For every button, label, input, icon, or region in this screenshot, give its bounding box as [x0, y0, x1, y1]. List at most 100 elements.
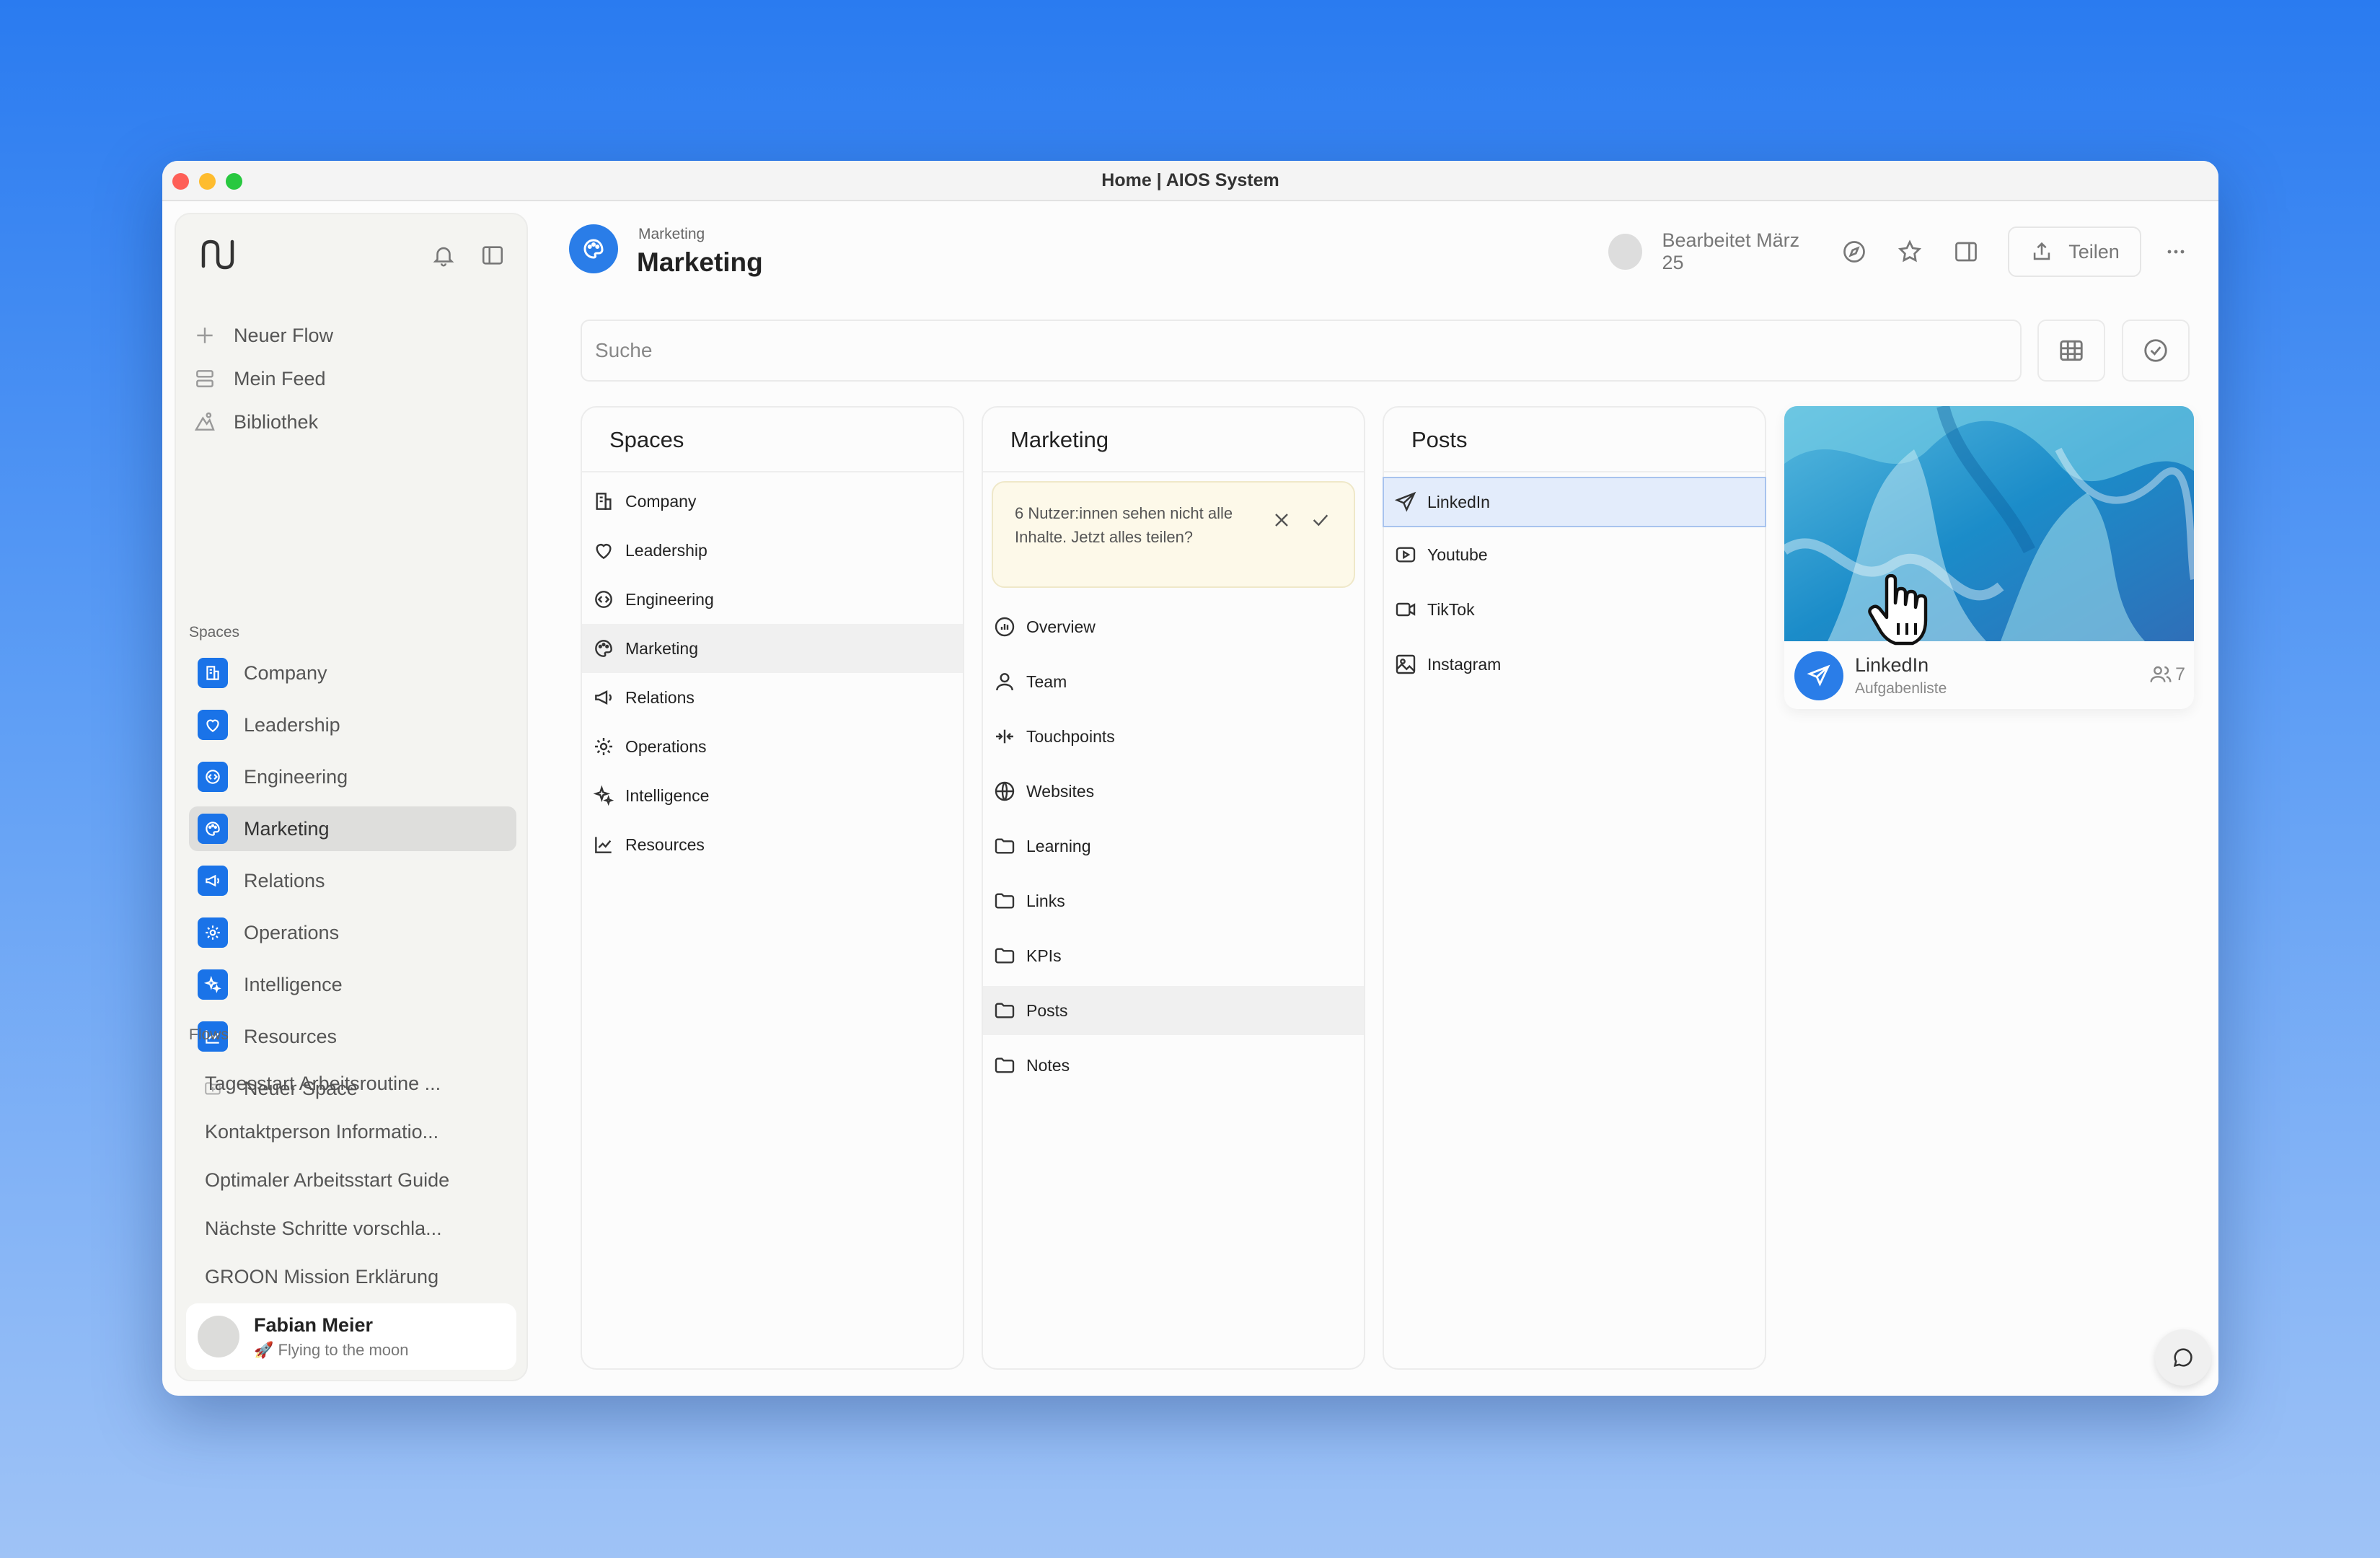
column-item-company[interactable]: Company [582, 477, 963, 526]
bell-icon[interactable] [431, 243, 456, 268]
column-item-resources[interactable]: Resources [582, 820, 963, 869]
column-item-youtube[interactable]: Youtube [1384, 527, 1765, 582]
column-item-intelligence[interactable]: Intelligence [582, 771, 963, 820]
share-button[interactable]: Teilen [2008, 226, 2141, 277]
column-title: Posts [1384, 408, 1765, 472]
column-item-linkedin[interactable]: LinkedIn [1383, 477, 1766, 527]
column-item-websites[interactable]: Websites [983, 764, 1364, 819]
column-item-relations[interactable]: Relations [582, 673, 963, 722]
column-item-overview[interactable]: Overview [983, 599, 1364, 654]
new-flow-button[interactable]: Neuer Flow [193, 314, 333, 357]
sidebar-toggle-icon[interactable] [480, 243, 505, 268]
column-item-label: Engineering [625, 589, 714, 609]
spaces-heading: Spaces [189, 624, 240, 641]
explore-button[interactable] [1841, 237, 1868, 266]
sidebar-item-label: Operations [244, 921, 340, 943]
user-name: Fabian Meier [254, 1313, 374, 1336]
column-item-links[interactable]: Links [983, 873, 1364, 928]
sidebar-item-marketing[interactable]: Marketing [189, 806, 516, 851]
megaphone-icon [206, 874, 219, 887]
search-input[interactable]: Suche [581, 320, 2022, 382]
column-item-kpis[interactable]: KPIs [983, 928, 1364, 983]
tasks-view-button[interactable] [2122, 320, 2190, 382]
column-item-label: Leadership [625, 540, 708, 560]
column-item-instagram[interactable]: Instagram [1384, 637, 1765, 692]
sidebar-item-company[interactable]: Company [189, 651, 516, 695]
sidebar-item-label: Company [244, 661, 327, 684]
column-title: Marketing [983, 408, 1364, 472]
sidebar-item-relations[interactable]: Relations [189, 858, 516, 903]
chart-icon [595, 837, 612, 853]
column-item-team[interactable]: Team [983, 654, 1364, 709]
column-item-label: Resources [625, 835, 705, 854]
share-notice: 6 Nutzer:innen sehen nicht alle Inhalte.… [992, 481, 1355, 588]
column-item-marketing[interactable]: Marketing [582, 624, 963, 673]
linkedin-card[interactable]: LinkedIn Aufgabenliste 7 [1784, 406, 2194, 709]
column-item-label: Team [1026, 672, 1067, 691]
column-item-touchpoints[interactable]: Touchpoints [983, 709, 1364, 764]
palette-icon [206, 822, 220, 836]
spaces-column: Spaces Company Leadership Engineering Ma… [581, 406, 964, 1370]
sidebar-item-engineering[interactable]: Engineering [189, 754, 516, 799]
folder-icon [995, 893, 1015, 909]
gear-icon [206, 925, 220, 940]
flow-item[interactable]: Tagesstart Arbeitsroutine ... [205, 1073, 508, 1121]
sidebar-nav: Neuer Flow Mein Feed Bibliothek [193, 314, 333, 444]
confirm-check-icon[interactable] [1309, 509, 1332, 532]
flow-item[interactable]: Nächste Schritte vorschla... [205, 1218, 508, 1266]
sidebar-item-leadership[interactable]: Leadership [189, 703, 516, 747]
folder-icon [995, 1057, 1015, 1073]
card-subtitle: Aufgabenliste [1855, 680, 1947, 697]
user-status: 🚀 Flying to the moon [254, 1340, 409, 1359]
flow-item[interactable]: Optimaler Arbeitsstart Guide [205, 1169, 508, 1218]
flow-item[interactable]: Kontaktperson Informatio... [205, 1121, 508, 1169]
column-item-engineering[interactable]: Engineering [582, 575, 963, 624]
dismiss-icon[interactable] [1270, 509, 1293, 532]
window-title: Home | AIOS System [1101, 170, 1279, 190]
column-item-label: Links [1026, 891, 1065, 910]
code-icon [595, 591, 612, 608]
column-item-tiktok[interactable]: TikTok [1384, 582, 1765, 637]
new-flow-label: Neuer Flow [234, 324, 334, 346]
panel-toggle-button[interactable] [1952, 237, 1979, 266]
folder-icon [995, 838, 1015, 854]
column-item-notes[interactable]: Notes [983, 1038, 1364, 1093]
app-logo-icon[interactable] [198, 234, 238, 275]
column-item-leadership[interactable]: Leadership [582, 526, 963, 575]
hand-cursor-icon [1868, 574, 1928, 646]
sidebar-item-resources[interactable]: Resources [189, 1014, 516, 1059]
palette-icon [583, 239, 604, 259]
posts-column: Posts LinkedIn Youtube TikTok Instagram [1383, 406, 1766, 1370]
notice-text: 6 Nutzer:innen sehen nicht alle Inhalte.… [1015, 504, 1233, 546]
heart-icon [206, 719, 219, 732]
spaces-list: Company Leadership Engineering Marketing… [189, 651, 516, 1118]
user-profile[interactable]: Fabian Meier 🚀 Flying to the moon [186, 1303, 516, 1370]
avatar [198, 1316, 239, 1357]
upload-icon [2034, 242, 2050, 260]
table-icon [2060, 340, 2083, 361]
page-title: Marketing [637, 247, 763, 277]
compass-icon [1843, 241, 1866, 263]
more-button[interactable] [2163, 237, 2190, 266]
sidebar-item-intelligence[interactable]: Intelligence [189, 962, 516, 1007]
column-item-label: Company [625, 491, 697, 511]
column-item-label: Overview [1026, 617, 1096, 636]
favorite-button[interactable] [1897, 237, 1923, 266]
megaphone-icon [595, 690, 612, 705]
my-feed-label: Mein Feed [234, 367, 326, 390]
breadcrumb[interactable]: Marketing [638, 226, 705, 243]
chat-button[interactable] [2155, 1329, 2211, 1386]
sidebar-item-operations[interactable]: Operations [189, 910, 516, 955]
user-icon [996, 673, 1013, 691]
column-item-operations[interactable]: Operations [582, 722, 963, 771]
library-button[interactable]: Bibliothek [193, 400, 333, 444]
users-icon [2150, 666, 2172, 682]
column-item-learning[interactable]: Learning [983, 819, 1364, 873]
my-feed-button[interactable]: Mein Feed [193, 357, 333, 400]
table-view-button[interactable] [2037, 320, 2105, 382]
card-type-icon [1794, 651, 1843, 700]
column-item-label: Learning [1026, 836, 1091, 855]
globe-icon [995, 781, 1015, 801]
sidebar-item-label: Leadership [244, 713, 340, 736]
column-item-posts[interactable]: Posts [983, 986, 1364, 1035]
